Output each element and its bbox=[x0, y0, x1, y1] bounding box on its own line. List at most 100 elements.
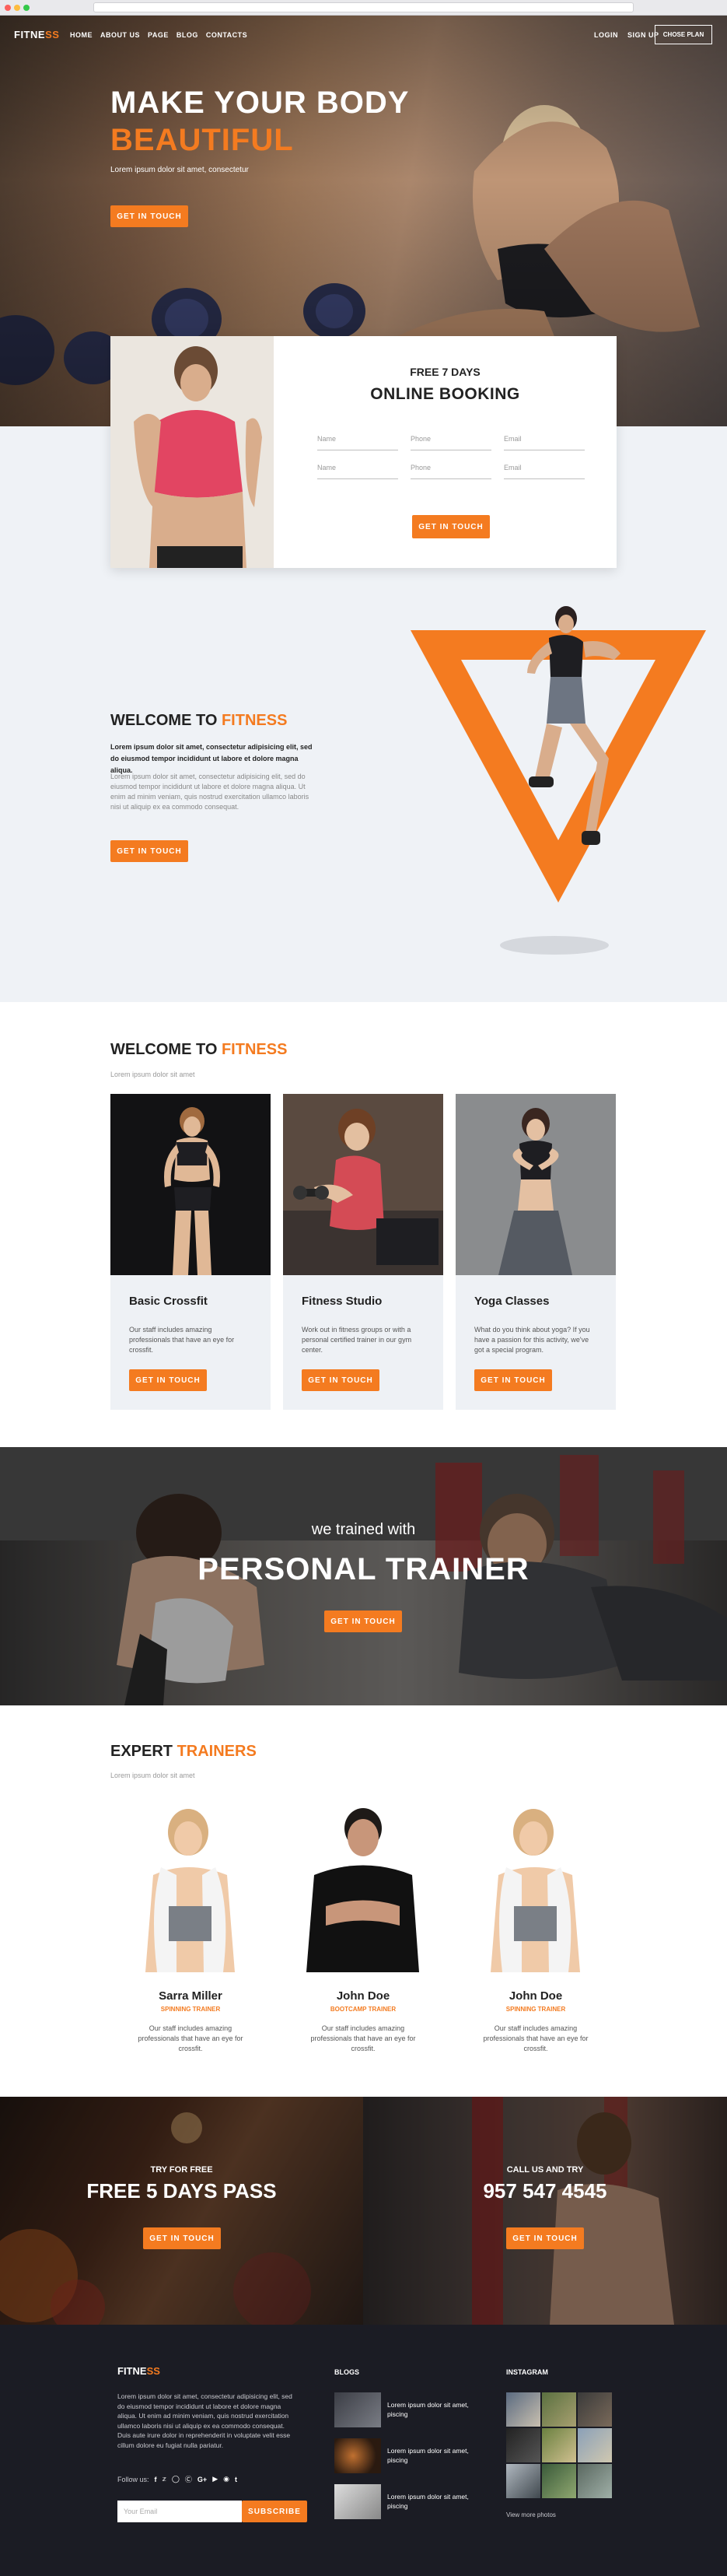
footer-about-text: Lorem ipsum dolor sit amet, consectetur … bbox=[117, 2392, 292, 2449]
service-image-yoga bbox=[456, 1094, 616, 1275]
footer-logo-text: FITNE bbox=[117, 2365, 147, 2377]
booking-name-field-2[interactable]: Name bbox=[317, 461, 398, 479]
service-get-in-touch-button[interactable]: GET IN TOUCH bbox=[302, 1369, 379, 1391]
trainer-role: BOOTCAMP TRAINER bbox=[330, 2006, 397, 2013]
promo-phone[interactable]: 957 547 4545 bbox=[363, 2179, 727, 2203]
promo-call-us: CALL US AND TRY 957 547 4545 GET IN TOUC… bbox=[363, 2097, 727, 2325]
personal-trainer-get-in-touch-button[interactable]: GET IN TOUCH bbox=[324, 1610, 402, 1632]
footer-blogs-heading: BLOGS bbox=[334, 2368, 360, 2376]
promo-get-in-touch-button[interactable]: GET IN TOUCH bbox=[143, 2227, 221, 2249]
trainer-role: SPINNING TRAINER bbox=[505, 2006, 566, 2013]
service-card-crossfit: Basic Crossfit Our staff includes amazin… bbox=[110, 1094, 271, 1410]
promo-title: FREE 5 DAYS PASS bbox=[86, 2179, 277, 2203]
welcome-title-accent: FITNESS bbox=[221, 712, 288, 729]
hero-get-in-touch-button[interactable]: GET IN TOUCH bbox=[110, 205, 188, 227]
address-bar[interactable] bbox=[93, 2, 634, 12]
instagram-icon[interactable]: ◯ bbox=[172, 2475, 180, 2483]
services-title: WELCOME TO FITNESS bbox=[110, 1041, 287, 1059]
main-nav: HOME ABOUT US PAGE BLOG CONTACTS bbox=[70, 31, 247, 39]
footer-instagram-heading: INSTAGRAM bbox=[506, 2368, 548, 2376]
welcome-title-text: WELCOME TO bbox=[110, 712, 222, 729]
minimize-window-icon[interactable] bbox=[14, 5, 20, 11]
service-get-in-touch-button[interactable]: GET IN TOUCH bbox=[474, 1369, 552, 1391]
promo-free-pass: TRY FOR FREE FREE 5 DAYS PASS GET IN TOU… bbox=[0, 2097, 363, 2325]
pinterest-icon[interactable]: Ⓒ bbox=[185, 2474, 192, 2484]
blog-thumbnail[interactable] bbox=[334, 2438, 381, 2473]
blog-link[interactable]: Lorem ipsum dolor sit amet, piscing bbox=[387, 2492, 481, 2511]
promo-get-in-touch-button[interactable]: GET IN TOUCH bbox=[506, 2227, 584, 2249]
choose-plan-button[interactable]: CHOSE PLAN bbox=[655, 25, 712, 44]
instagram-photo[interactable] bbox=[506, 2392, 540, 2427]
service-card-yoga: Yoga Classes What do you think about yog… bbox=[456, 1094, 616, 1410]
site-logo[interactable]: FITNESS bbox=[14, 29, 59, 40]
blog-thumbnail[interactable] bbox=[334, 2484, 381, 2519]
nav-home[interactable]: HOME bbox=[70, 31, 93, 39]
booking-name-field[interactable]: Name bbox=[317, 432, 398, 450]
booking-email-field[interactable]: Email bbox=[504, 432, 585, 450]
trainer-photo bbox=[283, 1789, 443, 1972]
booking-pre-title: FREE 7 DAYS bbox=[410, 366, 481, 378]
promo-pre-title: TRY FOR FREE bbox=[150, 2165, 213, 2175]
follow-label: Follow us: bbox=[117, 2475, 149, 2483]
logo-text: FITNE bbox=[14, 29, 46, 40]
service-title: Fitness Studio bbox=[302, 1295, 383, 1308]
service-card-studio: Fitness Studio Work out in fitness group… bbox=[283, 1094, 443, 1410]
twitter-icon[interactable]: 𝕫 bbox=[163, 2475, 166, 2483]
dribbble-icon[interactable]: ◉ bbox=[223, 2475, 229, 2483]
trainer-photo bbox=[456, 1789, 616, 1972]
welcome-get-in-touch-button[interactable]: GET IN TOUCH bbox=[110, 840, 188, 862]
personal-trainer-title: PERSONAL TRAINER bbox=[197, 1552, 530, 1586]
blog-link[interactable]: Lorem ipsum dolor sit amet, piscing bbox=[387, 2446, 481, 2465]
trainer-name: Sarra Miller bbox=[159, 1989, 222, 2003]
instagram-photo[interactable] bbox=[506, 2428, 540, 2462]
instagram-photo[interactable] bbox=[578, 2428, 612, 2462]
footer-logo[interactable]: FITNESS bbox=[117, 2365, 160, 2377]
trainer-description: Our staff includes amazing professionals… bbox=[483, 2024, 589, 2052]
nav-page[interactable]: PAGE bbox=[148, 31, 169, 39]
nav-contacts[interactable]: CONTACTS bbox=[206, 31, 247, 39]
youtube-icon[interactable]: ▶ bbox=[212, 2475, 218, 2483]
instagram-photo[interactable] bbox=[542, 2464, 576, 2498]
triangle-athlete-image bbox=[411, 606, 706, 955]
booking-photo bbox=[110, 336, 274, 568]
blog-thumbnail[interactable] bbox=[334, 2392, 381, 2427]
instagram-photo[interactable] bbox=[542, 2428, 576, 2462]
booking-title: ONLINE BOOKING bbox=[370, 385, 520, 403]
services-subtitle: Lorem ipsum dolor sit amet bbox=[110, 1071, 195, 1078]
instagram-photo[interactable] bbox=[578, 2464, 612, 2498]
services-title-text: WELCOME TO bbox=[110, 1041, 222, 1058]
maximize-window-icon[interactable] bbox=[23, 5, 30, 11]
view-more-photos-link[interactable]: View more photos bbox=[506, 2511, 556, 2518]
trainers-subtitle: Lorem ipsum dolor sit amet bbox=[110, 1772, 195, 1779]
nav-blog[interactable]: BLOG bbox=[177, 31, 198, 39]
trainers-title-accent: TRAINERS bbox=[177, 1743, 257, 1760]
instagram-photo[interactable] bbox=[542, 2392, 576, 2427]
welcome-title: WELCOME TO FITNESS bbox=[110, 712, 287, 730]
facebook-icon[interactable]: f bbox=[155, 2476, 157, 2483]
close-window-icon[interactable] bbox=[5, 5, 11, 11]
services-title-accent: FITNESS bbox=[221, 1041, 288, 1058]
booking-get-in-touch-button[interactable]: GET IN TOUCH bbox=[412, 515, 490, 538]
hero-subtitle: Lorem ipsum dolor sit amet, consectetur bbox=[110, 166, 249, 174]
footer-social: Follow us: f 𝕫 ◯ Ⓒ G+ ▶ ◉ t bbox=[117, 2474, 237, 2484]
instagram-photo[interactable] bbox=[506, 2464, 540, 2498]
hero-title: MAKE YOUR BODY bbox=[110, 86, 410, 120]
logo-accent: SS bbox=[45, 29, 60, 40]
login-link[interactable]: LOGIN bbox=[594, 31, 618, 39]
footer-email-input[interactable]: Your Email bbox=[117, 2501, 242, 2522]
trainer-name: John Doe bbox=[509, 1989, 563, 2003]
hero-title-accent: BEAUTIFUL bbox=[110, 123, 294, 157]
booking-phone-field-2[interactable]: Phone bbox=[411, 461, 491, 479]
nav-about-us[interactable]: ABOUT US bbox=[100, 31, 140, 39]
auth-nav: LOGIN SIGN UP bbox=[594, 31, 659, 39]
blog-link[interactable]: Lorem ipsum dolor sit amet, piscing bbox=[387, 2400, 481, 2419]
service-get-in-touch-button[interactable]: GET IN TOUCH bbox=[129, 1369, 207, 1391]
booking-phone-field[interactable]: Phone bbox=[411, 432, 491, 450]
service-title: Basic Crossfit bbox=[129, 1295, 208, 1308]
instagram-photo[interactable] bbox=[578, 2392, 612, 2427]
tumblr-icon[interactable]: t bbox=[235, 2476, 237, 2483]
footer-subscribe-button[interactable]: SUBSCRIBE bbox=[242, 2501, 307, 2522]
service-image-crossfit bbox=[110, 1094, 271, 1275]
google-plus-icon[interactable]: G+ bbox=[197, 2476, 207, 2483]
booking-email-field-2[interactable]: Email bbox=[504, 461, 585, 479]
